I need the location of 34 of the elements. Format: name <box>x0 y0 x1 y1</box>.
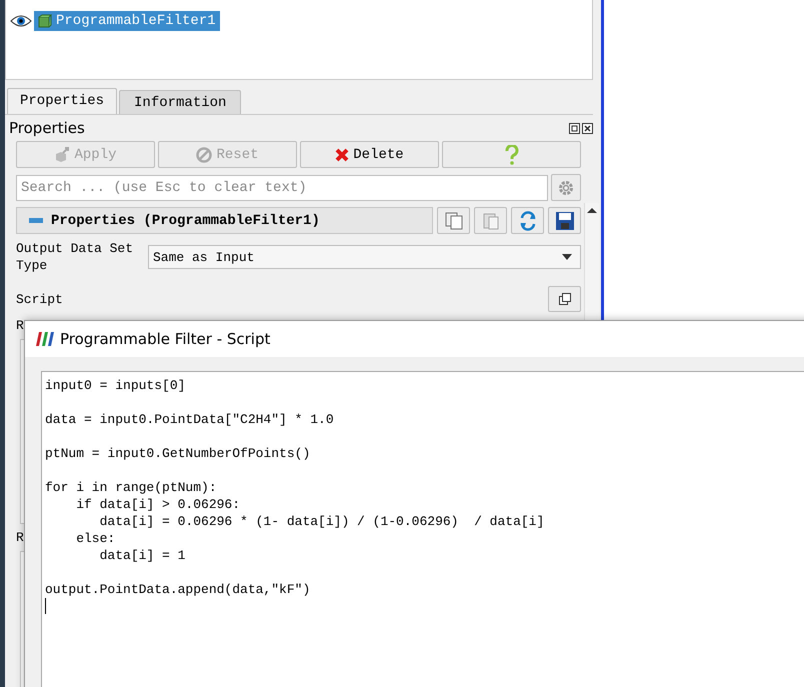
settings-button[interactable] <box>551 174 581 201</box>
dropdown-arrow-icon <box>562 254 572 260</box>
code-editor[interactable]: input0 = inputs[0] data = input0.PointData["C2H4"] * 1.0 ptNum = input0.GetNumberOfPoints() for i in range(ptNum): if data[i] > 0.06296: data[i] = 0.06296 * (1- data[i]) / (1-0.06296) / data[i] else: data[i] = 1 output.PointData.append(data,"kF") <box>41 371 804 687</box>
tab[interactable]: Information <box>119 90 242 114</box>
dialog-title: Programmable Filter - Script <box>60 330 270 348</box>
section-header[interactable]: Properties (ProgrammableFilter1) <box>16 207 433 234</box>
field-label: Output Data Set Type <box>16 240 134 274</box>
panel-title: Properties <box>9 119 85 137</box>
field-label: Script <box>16 290 64 308</box>
search-field[interactable]: Search ... (use Esc to clear text) <box>16 174 548 200</box>
windows-icon <box>558 293 570 305</box>
field-label: R <box>16 530 25 545</box>
cube-arrow-icon <box>54 146 70 162</box>
cube-icon <box>38 14 52 28</box>
output-type-dropdown[interactable]: Same as Input <box>148 245 581 269</box>
open-editor-button[interactable] <box>548 286 581 312</box>
field-label: R <box>16 318 25 333</box>
collapse-icon <box>29 218 43 223</box>
gear-icon <box>557 178 575 196</box>
section-title: Properties (ProgrammableFilter1) <box>51 212 320 228</box>
save-button[interactable] <box>548 207 581 234</box>
no-entry-icon <box>196 146 212 162</box>
tab[interactable]: Properties <box>7 88 118 114</box>
delete-button[interactable]: Delete <box>300 141 439 168</box>
copy-icon <box>444 212 462 230</box>
copy-button[interactable] <box>437 207 470 234</box>
paste-icon <box>482 212 500 230</box>
help-icon <box>504 144 518 164</box>
float-close-icon[interactable] <box>569 122 593 134</box>
app-logo-icon <box>36 332 54 346</box>
cross-icon <box>335 148 350 162</box>
pipeline-item[interactable]: ProgrammableFilter1 <box>34 11 220 31</box>
refresh-button[interactable] <box>511 207 544 234</box>
eye-icon[interactable] <box>10 14 32 28</box>
